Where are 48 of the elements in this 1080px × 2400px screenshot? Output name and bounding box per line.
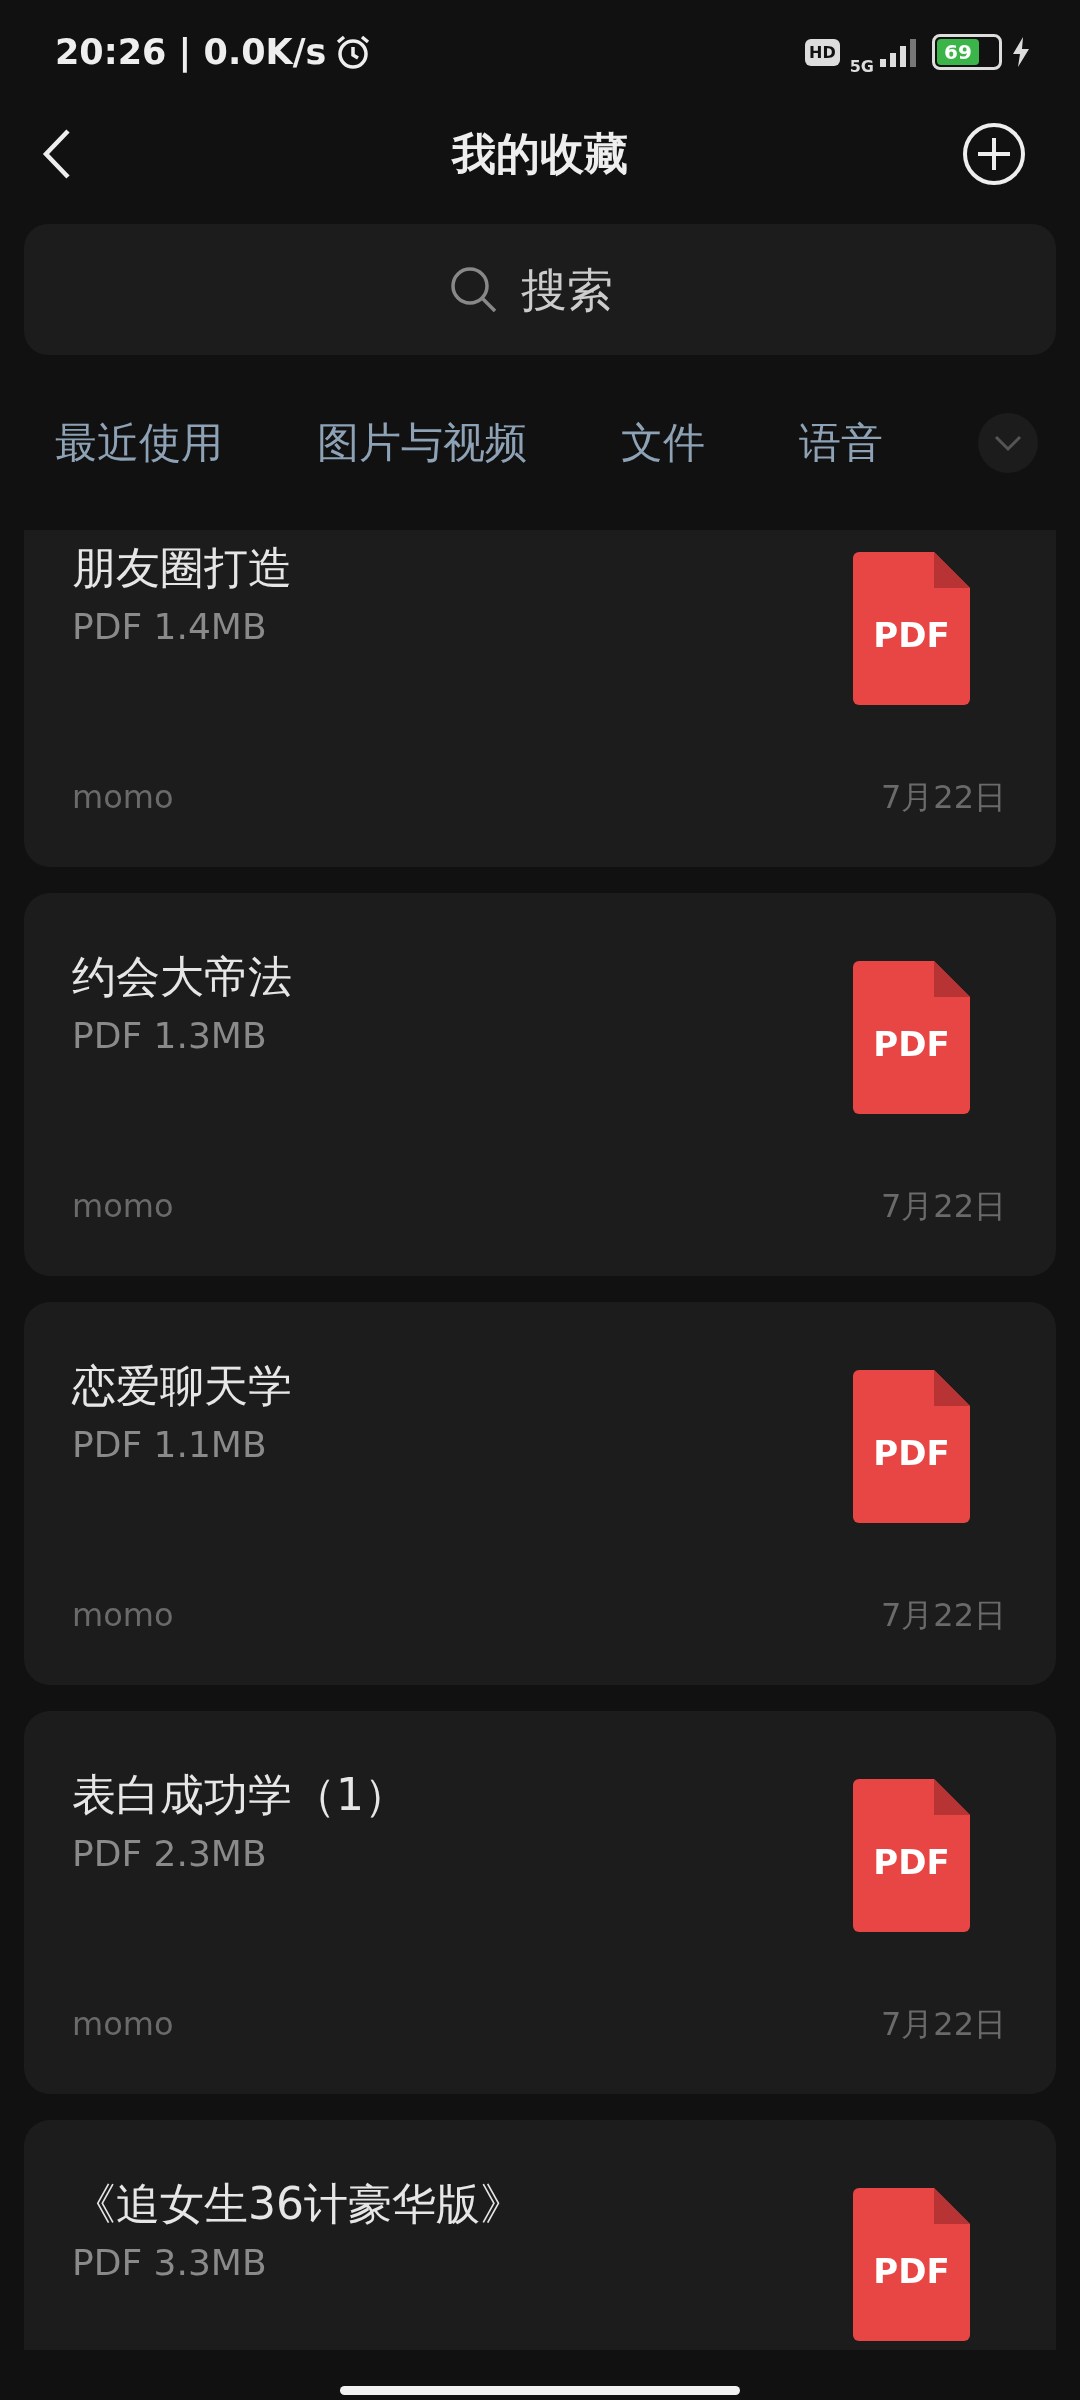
file-type-label: PDF xyxy=(873,2250,950,2291)
search-field[interactable]: 搜索 xyxy=(521,262,631,317)
battery-level: 69 xyxy=(937,39,979,65)
pdf-file-icon xyxy=(853,1779,970,1932)
file-source: momo xyxy=(72,777,174,818)
file-date: 7月22日 xyxy=(880,777,1006,818)
pdf-file-icon xyxy=(853,1370,970,1523)
file-type-label: PDF xyxy=(873,614,950,655)
file-title: 表白成功学（1） xyxy=(72,1768,409,1822)
back-button[interactable] xyxy=(42,128,72,180)
file-type-label: PDF xyxy=(873,1432,950,1473)
file-source: momo xyxy=(72,1595,174,1636)
pdf-file-icon xyxy=(853,961,970,1114)
file-size: PDF 1.1MB xyxy=(72,1423,268,1467)
file-size: PDF 3.3MB xyxy=(72,2241,268,2285)
pdf-file-icon xyxy=(853,552,970,705)
file-source: momo xyxy=(72,2004,174,2045)
file-title: 恋爱聊天学 xyxy=(72,1359,293,1413)
file-title: 《追女生36计豪华版》 xyxy=(72,2177,525,2231)
file-card[interactable]: 《追女生36计豪华版》 PDF 3.3MB PDF xyxy=(24,2120,1056,2350)
file-card[interactable]: 表白成功学（1） PDF 2.3MB PDF momo 7月22日 xyxy=(24,1711,1056,2094)
category-tab[interactable]: 语音 xyxy=(799,414,883,471)
status-time: 20:26 | 0.0K/s xyxy=(55,32,327,72)
file-card[interactable]: 约会大帝法 PDF 1.3MB PDF momo 7月22日 xyxy=(24,893,1056,1276)
file-size: PDF 1.4MB xyxy=(72,605,268,649)
category-tab[interactable]: 图片与视频 xyxy=(317,414,527,471)
file-card[interactable]: 恋爱聊天学 PDF 1.1MB PDF momo 7月22日 xyxy=(24,1302,1056,1685)
category-tab[interactable]: 文件 xyxy=(621,414,705,471)
file-title: 约会大帝法 xyxy=(72,950,293,1004)
file-date: 7月22日 xyxy=(880,1595,1006,1636)
add-button[interactable] xyxy=(962,122,1026,186)
network-label: 5G xyxy=(849,56,874,76)
search-icon xyxy=(449,264,499,315)
file-date: 7月22日 xyxy=(880,2004,1006,2045)
file-title: 朋友圈打造 xyxy=(72,541,293,595)
file-type-label: PDF xyxy=(873,1023,950,1064)
file-size: PDF 1.3MB xyxy=(72,1014,268,1058)
charging-bolt-icon xyxy=(1012,37,1030,67)
file-size: PDF 2.3MB xyxy=(72,1832,268,1876)
file-type-label: PDF xyxy=(873,1841,950,1882)
category-tab[interactable]: 最近使用 xyxy=(55,414,223,471)
file-date: 7月22日 xyxy=(880,1186,1006,1227)
chevron-down-icon xyxy=(993,433,1023,452)
file-card[interactable]: 朋友圈打造 PDF 1.4MB PDF momo 7月22日 xyxy=(24,530,1056,867)
file-source: momo xyxy=(72,1186,174,1227)
page-title: 我的收藏 xyxy=(452,126,628,181)
hd-badge: HD xyxy=(805,38,840,66)
pdf-file-icon xyxy=(853,2188,970,2341)
